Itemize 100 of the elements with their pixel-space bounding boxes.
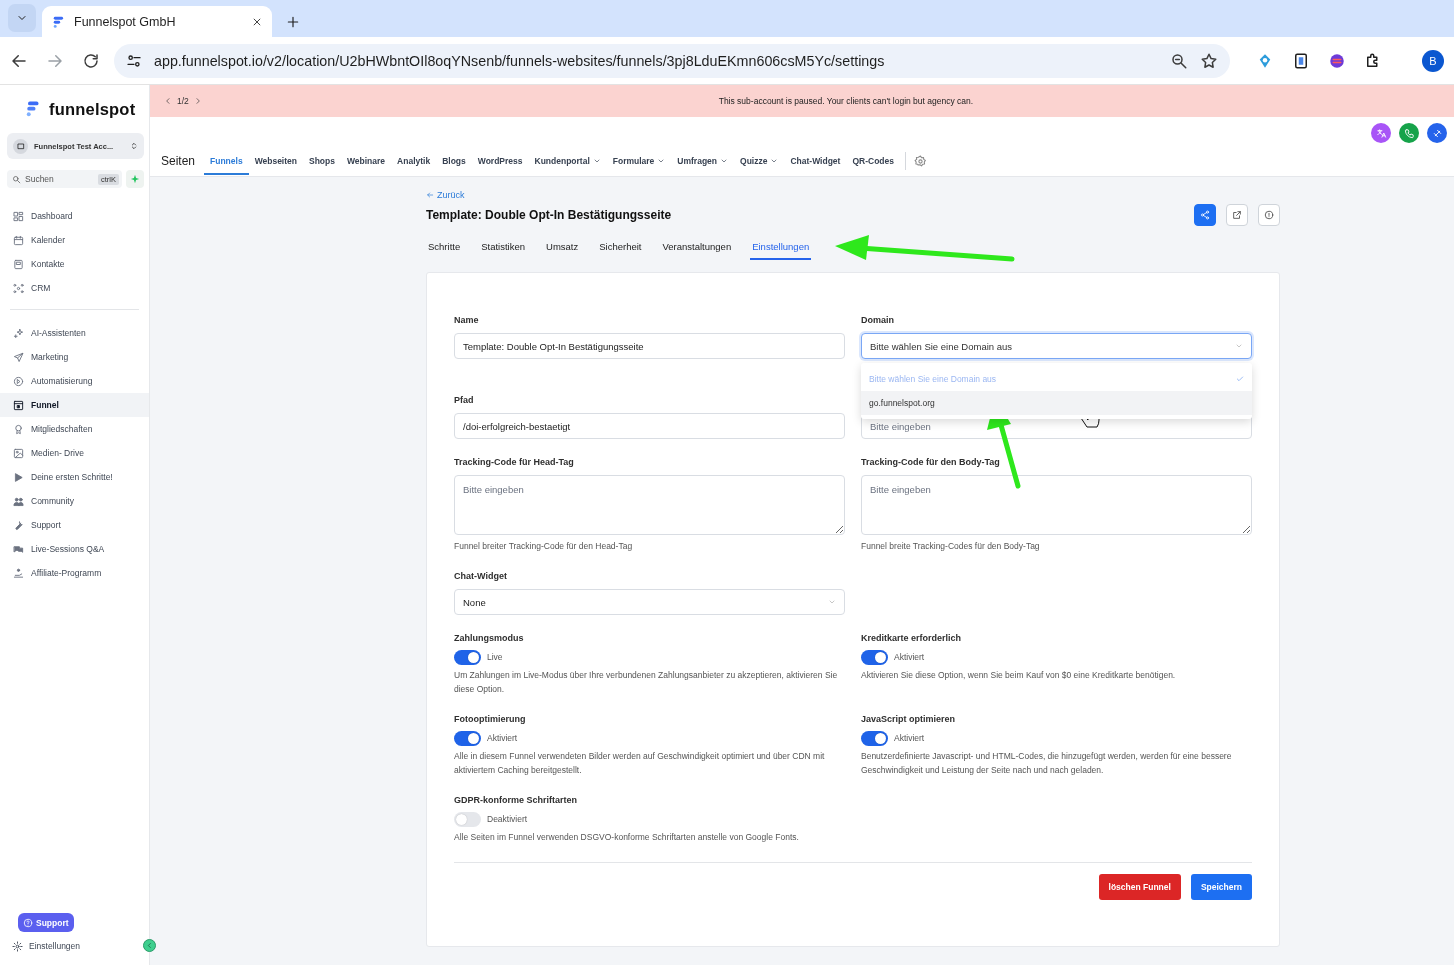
nav-tab[interactable]: Umfragen — [671, 147, 735, 175]
nav-tab[interactable]: WordPress — [471, 147, 529, 175]
nav-tab[interactable]: Blogs — [436, 147, 472, 175]
share-button[interactable] — [1194, 204, 1216, 226]
settings-item[interactable]: Einstellungen — [0, 935, 85, 957]
search-placeholder: Suchen — [25, 174, 55, 184]
sidebar-item[interactable]: AI-Assistenten — [0, 321, 149, 345]
text-field[interactable]: /doi-erfolgreich-bestaetigt — [454, 413, 845, 439]
page-tab[interactable]: Statistiken — [479, 232, 528, 260]
select-field[interactable]: None — [454, 589, 845, 615]
chevron-down-icon — [1235, 342, 1243, 350]
code-field[interactable]: Bitte eingeben — [861, 475, 1252, 535]
extension-icon[interactable] — [1328, 51, 1347, 70]
new-tab-icon[interactable] — [286, 15, 300, 29]
toggle-state: Deaktiviert — [487, 814, 528, 824]
page-tab[interactable]: Umsatz — [544, 232, 581, 260]
chevron-up-down-icon — [130, 140, 138, 152]
toggle-switch[interactable] — [454, 730, 481, 746]
profile-avatar[interactable]: B — [1422, 49, 1444, 72]
info-button[interactable] — [1258, 204, 1280, 226]
text-field[interactable]: Template: Double Opt-In Bestätigungsseite — [454, 333, 845, 359]
page-tab[interactable]: Sicherheit — [597, 232, 644, 260]
sidebar-item[interactable]: Funnel — [0, 393, 149, 417]
toggle-state: Live — [487, 652, 503, 662]
sidebar-item[interactable]: Support — [0, 513, 149, 537]
sparkle-icon — [130, 174, 140, 184]
nav-tab[interactable]: Webseiten — [248, 147, 303, 175]
sidebar-item[interactable]: Community — [0, 489, 149, 513]
sidebar-item[interactable]: Deine ersten Schritte! — [0, 465, 149, 489]
support-button[interactable]: Support — [18, 913, 74, 932]
browser-tab[interactable]: Funnelspot GmbH — [42, 6, 272, 37]
nav-tab[interactable]: Quizze — [734, 147, 785, 175]
sidebar-item[interactable]: Live-Sessions Q&A — [0, 537, 149, 561]
dropdown-option[interactable]: go.funnelspot.org — [861, 391, 1252, 415]
toggle-switch[interactable] — [454, 811, 481, 827]
help-text: Alle in diesem Funnel verwendeten Bilder werden auf Geschwindigkeit optimiert und über CDN mit aktiviertem Caching bereitgestellt. — [454, 750, 826, 777]
nav-tab[interactable]: Formulare — [606, 147, 672, 175]
address-bar[interactable]: app.funnelspot.io/v2/location/U2bHWbntOIl8oqYNsenb/funnels-websites/funnels/3pj8LduEKmn606csM5Yc/settings — [114, 43, 1231, 78]
gear-icon — [914, 154, 927, 168]
save-button[interactable]: Speichern — [1190, 874, 1252, 900]
select-field[interactable]: Bitte wählen Sie eine Domain aus — [861, 333, 1252, 359]
banner-message: This sub-account is paused. Your clients can't login but agency can. — [717, 96, 975, 106]
people-icon — [13, 495, 24, 507]
nav-tab[interactable]: Chat-Widget — [784, 147, 847, 175]
nav-tab[interactable]: Webinare — [340, 147, 392, 175]
help-text: Um Zahlungen im Live-Modus über Ihre verbundenen Zahlungsanbieter zu akzeptieren, aktivieren Sie diese Option. — [454, 669, 839, 696]
sidebar-item[interactable]: Automatisierung — [0, 369, 149, 393]
toggle-switch[interactable] — [454, 649, 481, 665]
sidebar-item[interactable]: Mitgliedschaften — [0, 417, 149, 441]
reload-icon[interactable] — [82, 51, 100, 70]
sidebar-item[interactable]: Affiliate-Programm — [0, 561, 149, 585]
field-label: Pfad — [454, 395, 475, 407]
nav-tab[interactable]: Shops — [303, 147, 341, 175]
sidebar-item[interactable]: Kontakte — [0, 252, 149, 276]
toggle-switch[interactable] — [861, 649, 888, 665]
nav-tab[interactable]: Kundenportal — [528, 147, 607, 175]
page-tab[interactable]: Schritte — [426, 232, 463, 260]
sidebar-item[interactable]: Dashboard — [0, 204, 149, 228]
help-text: Benutzerdefinierte Javascript- und HTML-Codes, die hinzugefügt werden, werden für eine bessere Geschwindigkeit und Leistung der Seite nach und nach geladen. — [861, 750, 1233, 777]
network-icon — [13, 282, 24, 294]
sidebar-item[interactable]: Kalender — [0, 228, 149, 252]
paper-plane-icon — [13, 351, 24, 363]
help-text: Aktivieren Sie diese Option, wenn Sie beim Kauf von $0 eine Kreditkarte benötigen. — [861, 669, 1177, 682]
code-field[interactable]: Bitte eingeben — [454, 475, 845, 535]
close-icon[interactable] — [252, 16, 262, 27]
back-link[interactable]: Zurück — [426, 190, 465, 200]
next-button[interactable] — [193, 97, 202, 105]
chevron-left-icon — [164, 97, 172, 105]
chat-icon — [13, 543, 24, 555]
help-text: Alle Seiten im Funnel verwenden DSGVO-konforme Schriftarten anstelle von Google Fonts. — [454, 831, 800, 844]
chevron-left-icon — [146, 942, 153, 949]
gear-icon — [12, 940, 23, 952]
page-tab[interactable]: Einstellungen — [750, 232, 812, 260]
search-icon — [12, 174, 21, 184]
check-icon — [1236, 375, 1244, 383]
info-icon — [1264, 210, 1274, 220]
nav-tab[interactable]: Analytik — [391, 147, 437, 175]
sidebar-item[interactable]: CRM — [0, 276, 149, 300]
field-label: Name — [454, 315, 480, 327]
play-icon — [13, 471, 24, 483]
sidebar-item[interactable]: Medien- Drive — [0, 441, 149, 465]
field-label: GDPR-konforme Schriftarten — [454, 795, 579, 807]
window-icon — [13, 399, 24, 411]
nav-tab[interactable]: Funnels — [204, 147, 249, 175]
tools-button[interactable] — [1427, 123, 1447, 143]
sidebar-item[interactable]: Marketing — [0, 345, 149, 369]
delete-button[interactable]: löschen Funnel — [1098, 874, 1181, 900]
previous-button[interactable] — [164, 97, 172, 105]
field-label: Kreditkarte erforderlich — [861, 633, 963, 645]
page-tab[interactable]: Veranstaltungen — [660, 232, 734, 260]
zoom-icon[interactable] — [1170, 51, 1189, 70]
star-icon[interactable] — [1200, 51, 1219, 70]
call-button[interactable] — [1399, 123, 1419, 143]
nav-tab[interactable]: QR-Codes — [846, 147, 900, 175]
open-external-button[interactable] — [1226, 204, 1248, 226]
pager-text: 1/2 — [177, 96, 189, 106]
toggle-switch[interactable] — [861, 730, 888, 746]
translate-button[interactable] — [1371, 123, 1391, 143]
app-logo-icon — [52, 14, 66, 29]
circle-play-icon — [13, 375, 24, 387]
